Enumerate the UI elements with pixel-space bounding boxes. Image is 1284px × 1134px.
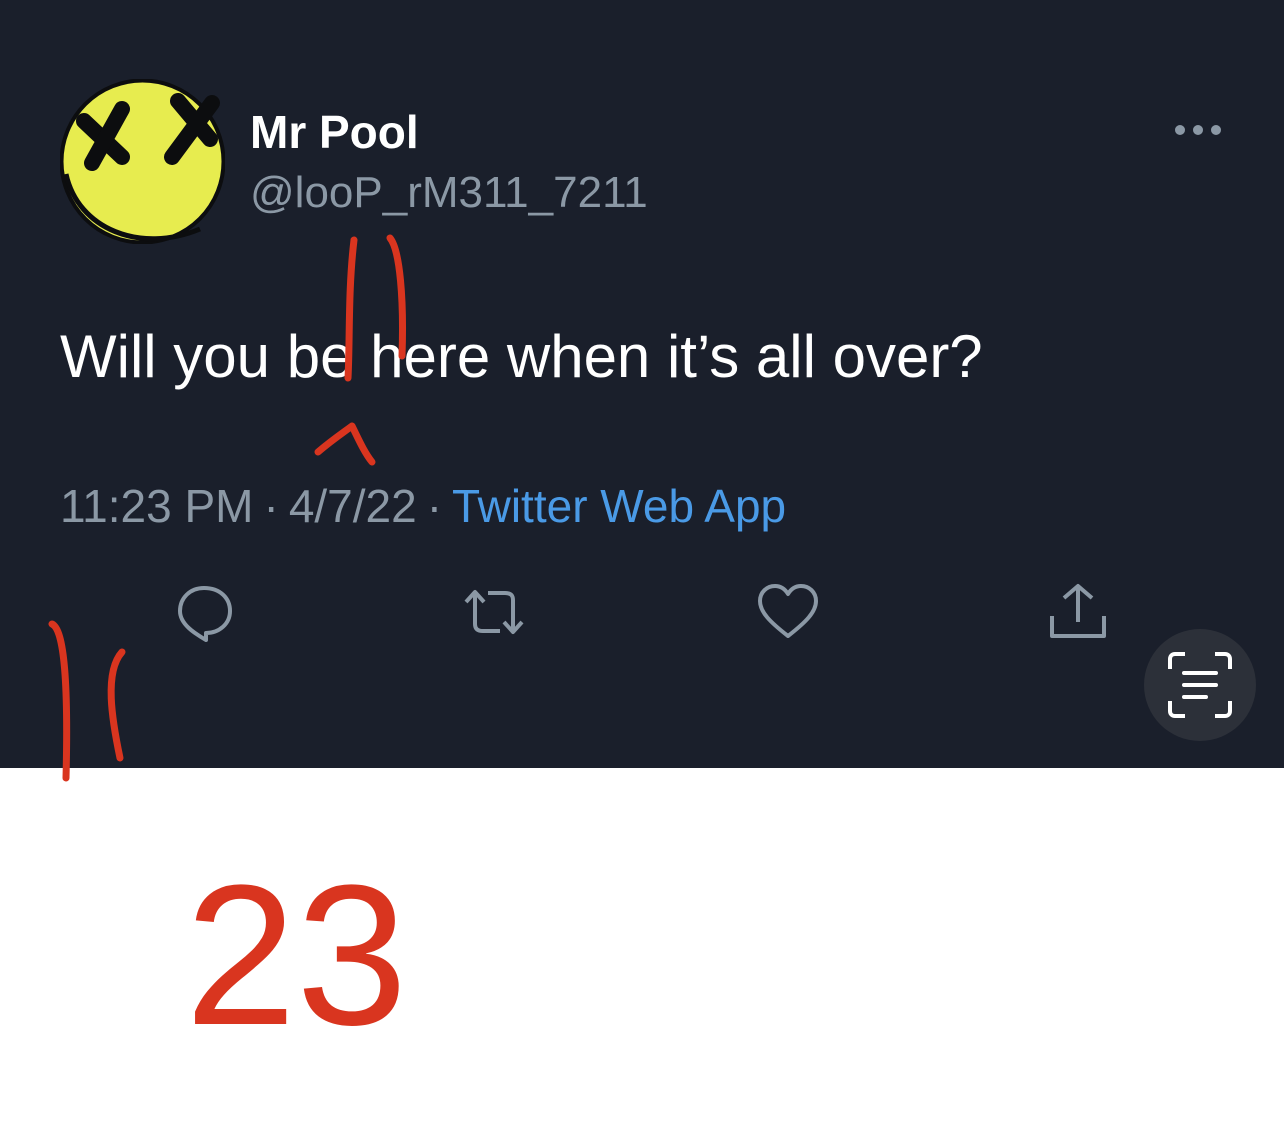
tweet-meta: 11:23 PM · 4/7/22 · Twitter Web App xyxy=(60,478,786,534)
tweet-text: Will you be here when it’s all over? xyxy=(60,323,983,390)
retweet-button[interactable] xyxy=(462,580,526,644)
live-text-button[interactable] xyxy=(1144,629,1256,741)
tweet-card: Mr Pool @looP_rM311_7211 Will you be her… xyxy=(0,0,1284,768)
share-icon xyxy=(1050,584,1106,638)
more-icon xyxy=(1175,125,1221,135)
reply-button[interactable] xyxy=(172,580,236,644)
heart-icon xyxy=(758,584,818,638)
retweet-icon xyxy=(464,590,524,634)
reply-icon xyxy=(178,586,232,642)
more-options-button[interactable] xyxy=(1172,110,1224,150)
live-text-scan-icon xyxy=(1168,652,1232,718)
share-button[interactable] xyxy=(1046,580,1110,644)
smiley-face-avatar-icon xyxy=(59,78,226,245)
handwritten-number: 23 xyxy=(185,844,407,1067)
tweet-date[interactable]: 4/7/22 xyxy=(289,480,417,532)
avatar[interactable] xyxy=(59,78,226,245)
separator: · xyxy=(426,480,443,532)
like-button[interactable] xyxy=(756,580,820,644)
tweet-time[interactable]: 11:23 PM xyxy=(60,480,253,532)
tweet-source-link[interactable]: Twitter Web App xyxy=(452,480,786,532)
separator: · xyxy=(263,480,279,532)
user-handle[interactable]: @looP_rM311_7211 xyxy=(250,166,648,220)
display-name[interactable]: Mr Pool xyxy=(250,104,419,160)
